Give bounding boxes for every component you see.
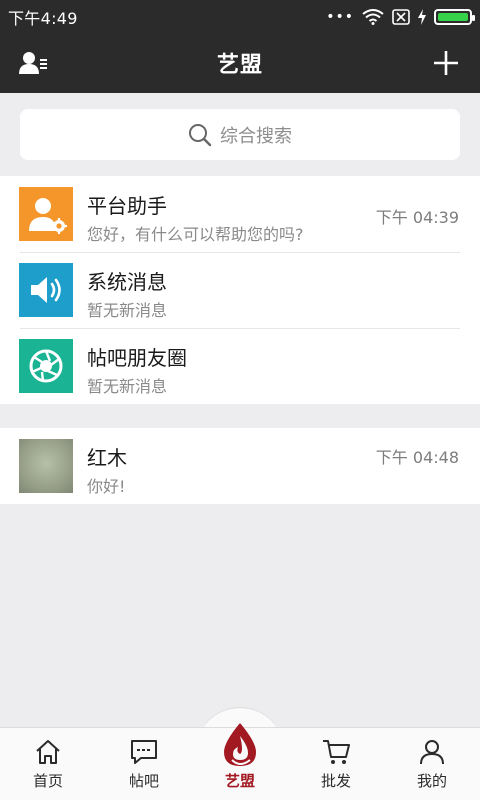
avatar: [19, 439, 73, 493]
tab-wholesale[interactable]: 批发: [288, 728, 384, 800]
list-item[interactable]: 帖吧朋友圈 暂无新消息: [0, 328, 480, 404]
conversation-preview: 您好，有什么可以帮助您的吗?: [87, 225, 304, 244]
user-icon: [420, 740, 444, 765]
tab-home[interactable]: 首页: [0, 728, 96, 800]
conversation-preview: 暂无新消息: [87, 301, 168, 320]
list-item[interactable]: 红木 你好! 下午 04:48: [0, 428, 480, 504]
conversation-preview: 你好!: [87, 477, 126, 496]
list-item[interactable]: 系统消息 暂无新消息: [0, 252, 480, 328]
wifi-icon: [362, 8, 384, 25]
status-time: 下午4:49: [8, 8, 78, 28]
user-conversation-list: 红木 你好! 下午 04:48: [0, 428, 480, 504]
system-conversation-list: 平台助手 您好，有什么可以帮助您的吗? 下午 04:39 系统消息 暂无新消息 …: [0, 176, 480, 404]
conversation-title: 平台助手: [87, 194, 167, 218]
conversation-title: 红木: [87, 446, 127, 470]
cart-icon: [323, 740, 350, 764]
plus-icon: [434, 51, 458, 75]
drop-logo-icon: [224, 723, 256, 766]
bottom-tabbar: 首页 帖吧 艺盟 批发 我的: [0, 723, 480, 800]
list-item[interactable]: 平台助手 您好，有什么可以帮助您的吗? 下午 04:39: [0, 176, 480, 252]
tab-mine[interactable]: 我的: [384, 728, 480, 800]
tab-label: 艺盟: [224, 772, 255, 790]
more-dots-icon: •••: [326, 8, 354, 25]
chat-bubble-icon: [131, 740, 157, 764]
page-title: 艺盟: [216, 53, 263, 78]
battery-level: [438, 12, 468, 21]
add-button[interactable]: [416, 33, 476, 93]
conversation-time: 下午 04:48: [375, 448, 459, 467]
status-indicators: •••: [326, 8, 475, 25]
tab-label: 帖吧: [128, 772, 159, 790]
conversation-title: 系统消息: [87, 270, 167, 294]
contacts-icon: [19, 52, 47, 74]
tab-label: 首页: [32, 772, 63, 790]
search-placeholder: 综合搜索: [220, 125, 292, 147]
conversation-time: 下午 04:39: [375, 208, 459, 227]
conversation-title: 帖吧朋友圈: [87, 346, 187, 370]
contacts-button[interactable]: [4, 33, 64, 93]
status-bar: 下午4:49 •••: [0, 0, 480, 33]
tab-label: 批发: [320, 772, 351, 790]
search-box[interactable]: 综合搜索: [20, 109, 460, 160]
aperture-icon: [19, 339, 73, 393]
speaker-icon: [19, 263, 73, 317]
tab-label: 我的: [416, 772, 447, 790]
app-header: 艺盟: [0, 33, 480, 93]
search-icon: [189, 123, 212, 146]
battery-icon: [434, 8, 475, 25]
tab-yimeng[interactable]: 艺盟: [192, 723, 288, 800]
home-icon: [36, 740, 60, 764]
no-sim-icon: [392, 8, 410, 25]
tab-forum[interactable]: 帖吧: [96, 728, 192, 800]
charging-icon: [418, 8, 426, 25]
conversation-preview: 暂无新消息: [87, 377, 168, 396]
assistant-icon: [19, 187, 73, 241]
